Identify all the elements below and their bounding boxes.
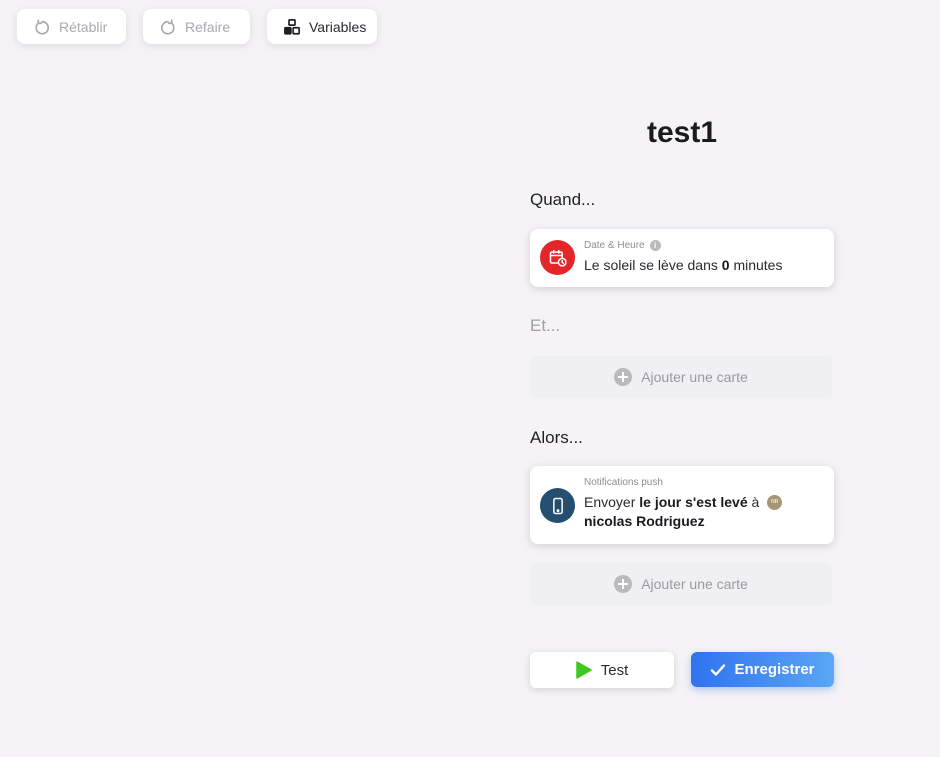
when-card-text-before: Le soleil se lève dans — [584, 257, 722, 273]
then-add-card-label: Ajouter une carte — [641, 576, 748, 592]
then-card-recipient: nicolas Rodriguez — [584, 513, 705, 529]
save-button[interactable]: Enregistrer — [691, 652, 834, 687]
plus-circle-icon — [614, 368, 633, 386]
when-card-description: Le soleil se lève dans 0 minutes — [584, 256, 782, 275]
info-icon[interactable]: i — [649, 240, 661, 251]
variables-label: Variables — [309, 18, 367, 35]
redo-icon — [159, 18, 177, 36]
then-add-card-button[interactable]: Ajouter une carte — [530, 563, 832, 605]
redo-label: Refaire — [185, 18, 231, 35]
then-card-text-before: Envoyer — [584, 494, 640, 510]
scenario-title: test1 — [646, 116, 718, 149]
when-card-category: Date & Heure — [584, 240, 645, 251]
and-add-card-label: Ajouter une carte — [641, 369, 748, 385]
when-card-value: 0 — [721, 257, 730, 273]
check-icon — [710, 663, 726, 677]
then-card-message: le jour s'est levé — [639, 494, 748, 510]
test-label: Test — [600, 661, 629, 679]
variables-button[interactable]: Variables — [267, 9, 377, 44]
and-add-card-button[interactable]: Ajouter une carte — [530, 356, 832, 398]
and-section-label: Et... — [530, 316, 561, 335]
then-action-card[interactable]: Notifications push Envoyer le jour s'est… — [530, 466, 834, 544]
undo-label: Rétablir — [59, 18, 108, 35]
then-section-label: Alors... — [530, 428, 583, 447]
plus-circle-icon — [614, 575, 633, 593]
save-label: Enregistrer — [734, 661, 815, 678]
play-icon — [575, 661, 592, 679]
redo-button[interactable]: Refaire — [143, 9, 250, 44]
test-button[interactable]: Test — [530, 652, 674, 688]
undo-icon — [33, 18, 51, 36]
when-card-category-row: Date & Heure i — [584, 240, 661, 251]
when-section-label: Quand... — [530, 190, 596, 209]
when-card-text-after: minutes — [729, 257, 783, 273]
calendar-clock-icon — [540, 240, 575, 275]
avatar: NR — [767, 494, 783, 510]
smartphone-icon — [540, 488, 575, 523]
then-card-category: Notifications push — [584, 477, 663, 488]
then-card-text-mid: à — [747, 494, 764, 510]
variables-icon — [283, 18, 301, 36]
undo-button[interactable]: Rétablir — [17, 9, 126, 44]
when-trigger-card[interactable]: Date & Heure i Le soleil se lève dans 0 … — [530, 229, 834, 287]
toolbar: Rétablir Refaire Variables — [17, 9, 377, 44]
then-card-description: Envoyer le jour s'est levé à NR nicolas … — [584, 493, 824, 531]
